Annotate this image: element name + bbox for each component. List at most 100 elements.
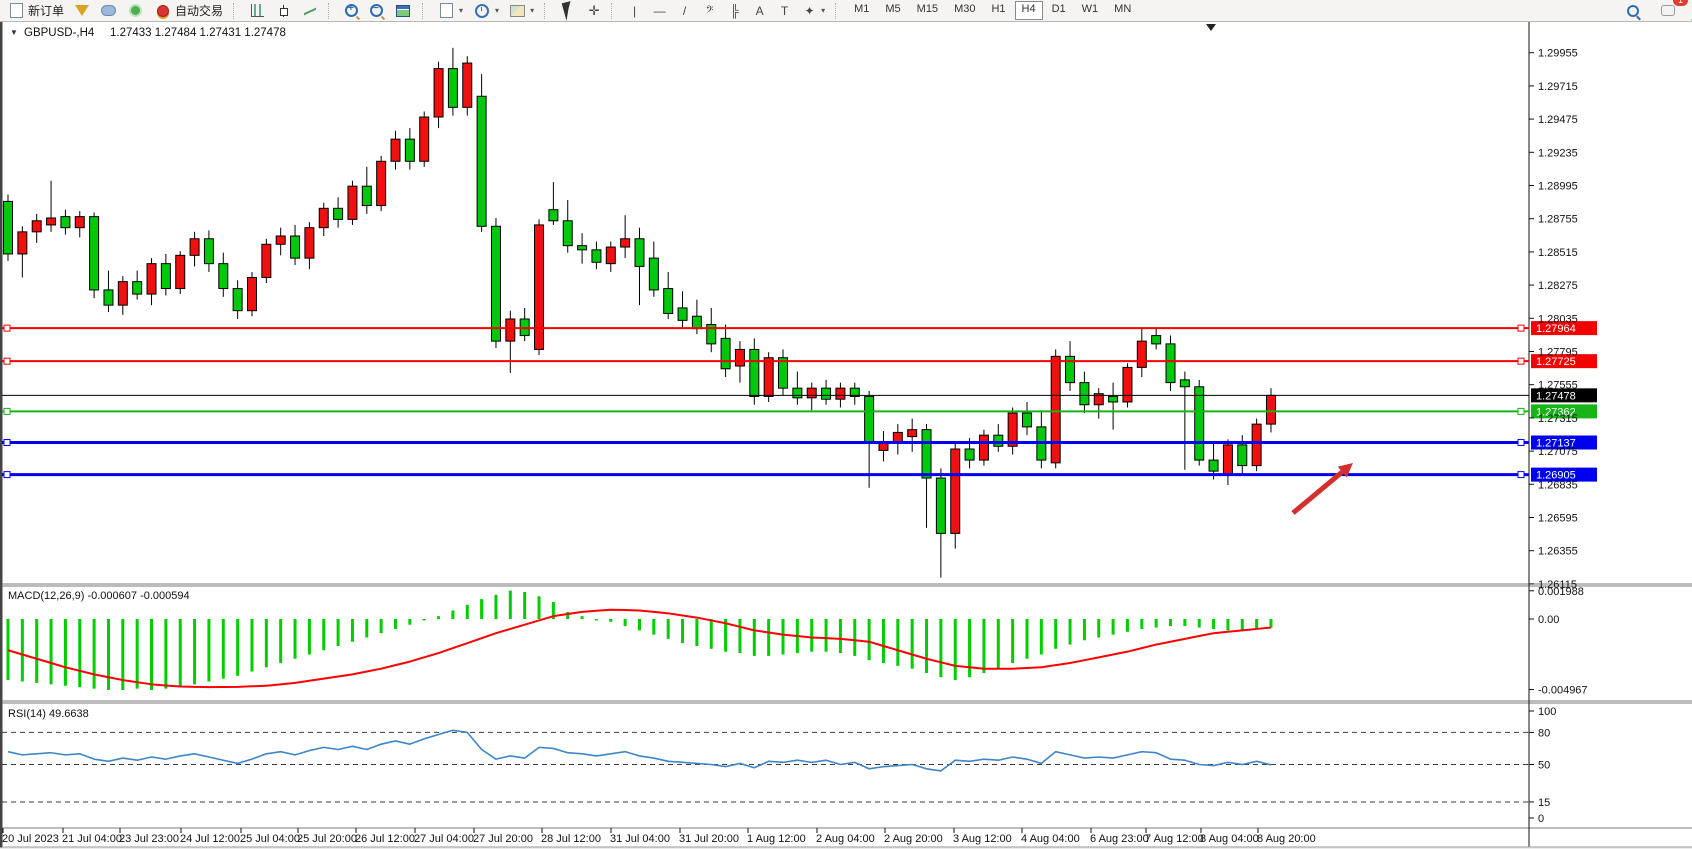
hline-handle <box>1518 325 1524 331</box>
svg-text:1.28515: 1.28515 <box>1538 247 1578 259</box>
bear-candle <box>635 239 644 267</box>
bull-candle <box>807 388 816 398</box>
time-label: 3 Aug 12:00 <box>953 833 1012 845</box>
zoom-in-button[interactable] <box>339 0 364 21</box>
timeframe-m30[interactable]: M30 <box>947 1 982 20</box>
chart-canvas[interactable]: 1.279641.277251.274781.273621.271371.269… <box>0 0 1692 849</box>
bull-candle <box>1266 395 1275 424</box>
symbol-dropdown-icon[interactable]: ▼ <box>10 28 18 37</box>
periods-button[interactable]: ▾ <box>468 0 504 21</box>
bear-candle <box>965 449 974 460</box>
templates-button[interactable]: ▾ <box>504 0 539 21</box>
bear-candle <box>233 289 242 311</box>
hline-handle <box>4 358 10 364</box>
hline-handle <box>1518 472 1524 478</box>
timeframe-m15[interactable]: M15 <box>910 1 945 20</box>
timeframe-h4[interactable]: H4 <box>1015 1 1043 20</box>
time-label: 28 Jul 12:00 <box>541 833 601 845</box>
bear-candle <box>1238 445 1247 466</box>
horizontal-line-icon: — <box>652 3 667 19</box>
line-chart-button[interactable] <box>297 0 323 21</box>
signal-icon <box>129 4 142 17</box>
toolbar-separator <box>544 3 550 19</box>
bar-chart-button[interactable] <box>244 0 271 21</box>
bear-candle <box>133 282 142 294</box>
bull-candle <box>176 255 185 288</box>
bear-candle <box>578 246 587 250</box>
bull-candle <box>391 139 400 161</box>
hline-handle <box>4 472 10 478</box>
price-label-text: 1.27478 <box>1536 390 1576 402</box>
metaeditor-button[interactable] <box>69 0 95 21</box>
fibonacci-icon: ╠ <box>727 3 742 19</box>
bear-candle <box>90 217 99 290</box>
indicators-button[interactable]: +▾ <box>433 0 468 21</box>
bear-candle <box>204 239 213 264</box>
timeframe-m5[interactable]: M5 <box>878 1 907 20</box>
candlestick-chart-button[interactable] <box>271 0 297 21</box>
zoom-out-button[interactable] <box>364 0 389 21</box>
bear-candle <box>477 96 486 226</box>
chart-title-symbol: GBPUSD-,H4 <box>24 27 95 39</box>
fibonacci-tool[interactable]: ╠ <box>722 0 747 21</box>
search-button[interactable] <box>1620 0 1646 21</box>
cursor-button[interactable] <box>555 0 582 21</box>
bull-candle <box>893 432 902 442</box>
timeframe-w1[interactable]: W1 <box>1075 1 1106 20</box>
toolbar-separator <box>422 3 428 19</box>
svg-text:15: 15 <box>1538 797 1550 809</box>
svg-text:100: 100 <box>1538 706 1556 718</box>
bear-candle <box>104 290 113 305</box>
arrows-tool[interactable]: ✦▾ <box>797 0 830 21</box>
bear-candle <box>865 396 874 443</box>
macd-label: MACD(12,26,9) -0.000607 -0.000594 <box>8 590 190 602</box>
bear-candle <box>563 221 572 246</box>
time-label: 27 Jul 20:00 <box>473 833 533 845</box>
rsi-label: RSI(14) 49.6638 <box>8 708 89 720</box>
bull-candle <box>190 239 199 256</box>
toolbar-separator <box>835 3 841 19</box>
bull-candle <box>1123 367 1132 402</box>
auto-trading-button[interactable]: 自动交易 <box>149 0 228 21</box>
bull-candle <box>606 247 615 264</box>
crosshair-icon: ✛ <box>587 3 601 18</box>
vertical-line-tool[interactable]: | <box>622 0 647 21</box>
text-label-tool[interactable]: T <box>772 0 797 21</box>
timeframe-d1[interactable]: D1 <box>1045 1 1073 20</box>
time-label: 2 Aug 04:00 <box>816 833 875 845</box>
main-toolbar: + 新订单 自动交易 +▾ ▾ ▾ <box>0 0 1692 22</box>
text-tool[interactable]: A <box>747 0 772 21</box>
new-order-label: 新订单 <box>28 2 64 19</box>
time-label: 24 Jul 12:00 <box>180 833 240 845</box>
channel-tool[interactable]: 𝄢 <box>697 0 722 21</box>
bear-candle <box>922 430 931 478</box>
bull-candle <box>276 236 285 244</box>
clock-icon <box>475 4 489 18</box>
notifications-button[interactable]: 1 <box>1654 0 1682 21</box>
hline-handle <box>4 440 10 446</box>
trendline-tool[interactable]: / <box>672 0 697 21</box>
crosshair-button[interactable]: ✛ <box>582 0 606 21</box>
timeframe-mn[interactable]: MN <box>1107 1 1138 20</box>
svg-text:1.29955: 1.29955 <box>1538 48 1578 60</box>
bear-candle <box>1195 387 1204 460</box>
time-label: 31 Jul 20:00 <box>679 833 739 845</box>
bear-candle <box>721 338 730 368</box>
market-button[interactable] <box>95 0 122 21</box>
timeframe-h1[interactable]: H1 <box>984 1 1012 20</box>
timeframe-group: M1M5M15M30H1H4D1W1MN <box>843 0 1142 21</box>
signals-button[interactable] <box>122 0 149 21</box>
horizontal-line-tool[interactable]: — <box>647 0 672 21</box>
tile-windows-button[interactable] <box>389 0 417 21</box>
bull-candle <box>621 239 630 247</box>
bull-candle <box>1051 356 1060 463</box>
bear-candle <box>793 388 802 398</box>
hline-handle <box>1518 408 1524 414</box>
timeframe-m1[interactable]: M1 <box>847 1 876 20</box>
bull-candle <box>377 161 386 205</box>
svg-text:50: 50 <box>1538 760 1550 772</box>
svg-text:1.29715: 1.29715 <box>1538 81 1578 93</box>
new-order-button[interactable]: + 新订单 <box>3 0 69 21</box>
bull-candle <box>735 349 744 366</box>
notification-badge: 1 <box>1673 0 1688 6</box>
